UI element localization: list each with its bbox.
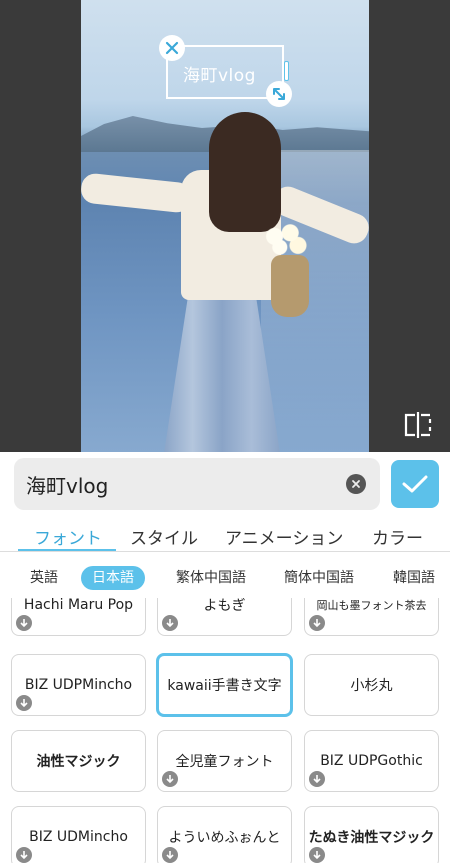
- tab-style[interactable]: スタイル: [130, 524, 198, 549]
- tab-font[interactable]: フォント: [34, 524, 102, 549]
- tab-animation[interactable]: アニメーション: [225, 524, 343, 549]
- resize-arrows-icon: [273, 88, 285, 100]
- tab-color[interactable]: カラー: [372, 524, 423, 549]
- download-icon: [16, 847, 32, 863]
- font-name: 全児童フォント: [175, 754, 274, 770]
- lang-chip-korean[interactable]: 韓国語: [393, 566, 435, 590]
- lang-chip-english[interactable]: 英語: [30, 566, 58, 590]
- lang-chip-japanese[interactable]: 日本語: [81, 566, 145, 590]
- download-icon: [309, 771, 325, 787]
- delete-text-button[interactable]: [159, 35, 185, 61]
- font-name: BIZ UDPMincho: [24, 677, 133, 693]
- download-icon: [162, 847, 178, 863]
- font-card[interactable]: Hachi Maru Pop: [11, 598, 146, 636]
- confirm-button[interactable]: [391, 460, 439, 508]
- font-card[interactable]: BIZ UDMincho: [11, 806, 146, 863]
- resize-rotate-handle[interactable]: [266, 81, 292, 107]
- font-card[interactable]: 小杉丸: [304, 654, 439, 716]
- font-card[interactable]: BIZ UDPMincho: [11, 654, 146, 716]
- font-name: BIZ UDPGothic: [320, 753, 423, 769]
- font-name: 岡山も墨フォント茶去: [316, 599, 427, 612]
- download-icon: [16, 695, 32, 711]
- font-name: Hachi Maru Pop: [23, 598, 134, 613]
- download-icon: [162, 615, 178, 631]
- clear-text-button[interactable]: [346, 474, 366, 494]
- text-input[interactable]: [26, 458, 326, 510]
- compare-split-icon[interactable]: [403, 411, 433, 439]
- font-name: よもぎ: [203, 598, 246, 614]
- download-icon: [162, 771, 178, 787]
- font-card[interactable]: よういめふぉんと: [157, 806, 292, 863]
- font-name: kawaii手書き文字: [167, 678, 282, 694]
- checkmark-icon: [402, 475, 428, 493]
- font-card[interactable]: 岡山も墨フォント茶去: [304, 598, 439, 636]
- download-icon: [309, 847, 325, 863]
- text-input-container: [14, 458, 380, 510]
- tab-divider: [0, 551, 450, 552]
- font-name: 油性マジック: [36, 754, 121, 770]
- font-card[interactable]: 全児童フォント: [157, 730, 292, 792]
- text-cursor: [284, 61, 289, 81]
- font-card[interactable]: たぬき油性マジック: [304, 806, 439, 863]
- video-preview: 海町vlog: [0, 0, 450, 452]
- font-name: 小杉丸: [350, 678, 393, 694]
- font-card[interactable]: 油性マジック: [11, 730, 146, 792]
- font-grid: Hachi Maru Pop よもぎ 岡山も墨フォント茶去 BIZ UDPMin…: [0, 598, 450, 863]
- lang-chip-simplified-chinese[interactable]: 簡体中国語: [284, 566, 354, 590]
- close-icon: [165, 41, 179, 55]
- download-icon: [16, 615, 32, 631]
- clear-icon: [352, 480, 360, 488]
- font-name: BIZ UDMincho: [29, 829, 128, 845]
- font-card[interactable]: BIZ UDPGothic: [304, 730, 439, 792]
- download-icon: [309, 615, 325, 631]
- font-card-selected[interactable]: kawaii手書き文字: [156, 653, 293, 717]
- font-card[interactable]: よもぎ: [157, 598, 292, 636]
- font-name: たぬき油性マジック: [308, 830, 435, 846]
- font-name: よういめふぉんと: [168, 830, 281, 846]
- text-overlay-label: 海町vlog: [183, 66, 256, 86]
- lang-chip-traditional-chinese[interactable]: 繁体中国語: [176, 566, 246, 590]
